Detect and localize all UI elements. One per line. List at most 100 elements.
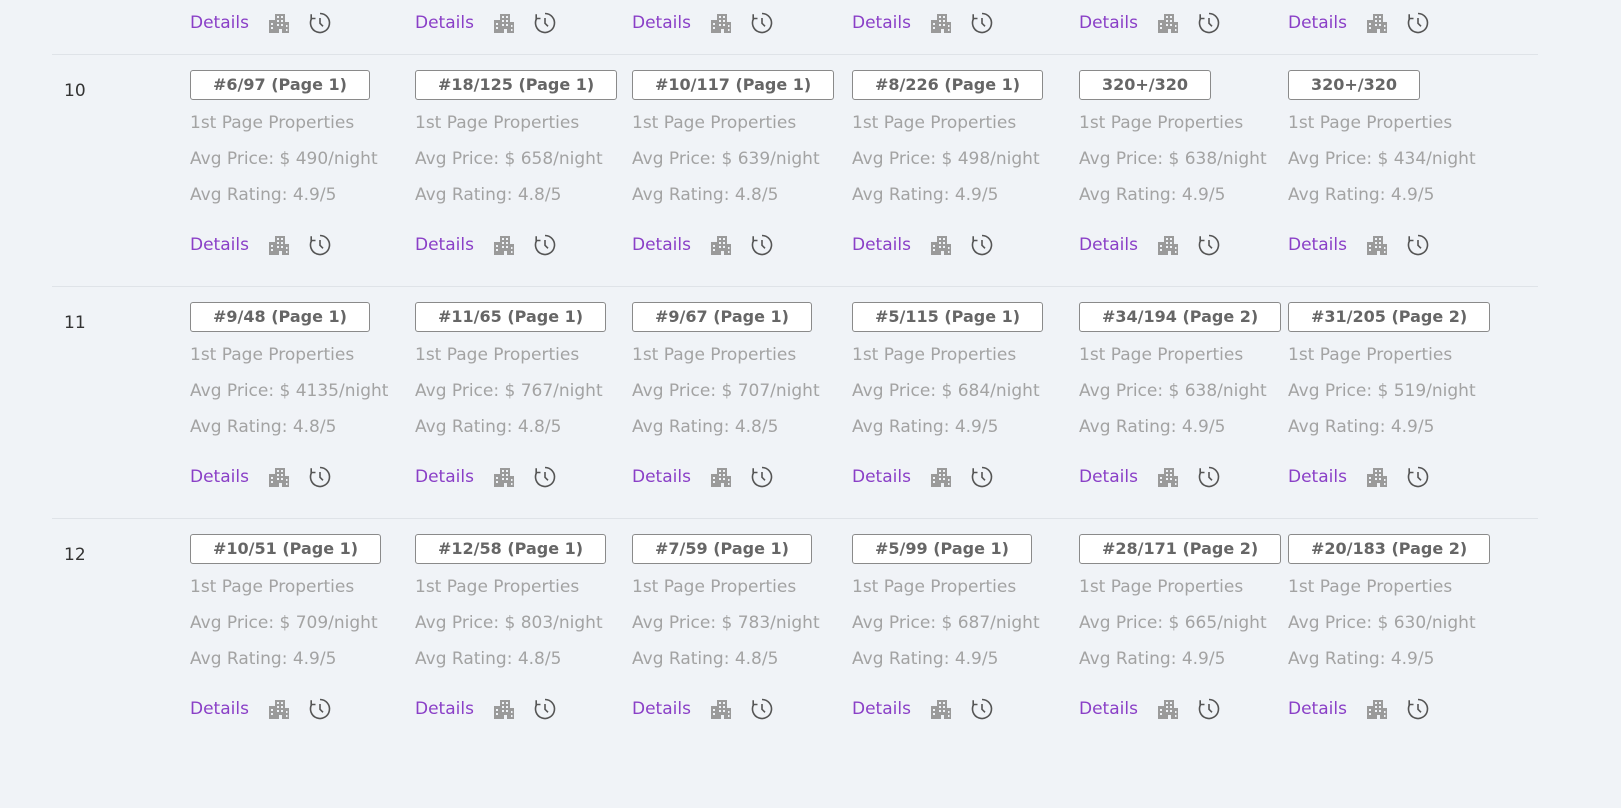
first-page-properties-label: 1st Page Properties — [190, 345, 355, 365]
avg-rating: Avg Rating: 4.8/5 — [632, 417, 779, 437]
history-icon[interactable] — [1406, 233, 1430, 257]
history-icon[interactable] — [750, 697, 774, 721]
history-icon[interactable] — [1197, 233, 1221, 257]
details-link[interactable]: Details — [415, 13, 474, 33]
building-icon[interactable] — [267, 465, 291, 489]
building-icon[interactable] — [1365, 697, 1389, 721]
history-icon[interactable] — [1197, 465, 1221, 489]
details-link[interactable]: Details — [852, 467, 911, 487]
details-link[interactable]: Details — [190, 235, 249, 255]
history-icon[interactable] — [1406, 465, 1430, 489]
history-icon[interactable] — [533, 11, 557, 35]
rank-badge: #20/183 (Page 2) — [1288, 534, 1491, 564]
details-link[interactable]: Details — [632, 13, 691, 33]
building-icon[interactable] — [929, 697, 953, 721]
building-icon[interactable] — [1156, 233, 1180, 257]
first-page-properties-label: 1st Page Properties — [852, 113, 1017, 133]
table-cell: #5/99 (Page 1) 1st Page Properties Avg Pri… — [852, 534, 1040, 720]
building-icon[interactable] — [1365, 233, 1389, 257]
building-icon[interactable] — [492, 465, 516, 489]
history-icon[interactable] — [308, 465, 332, 489]
first-page-properties-label: 1st Page Properties — [415, 113, 580, 133]
avg-price: Avg Price: $ 687/night — [852, 613, 1040, 633]
history-icon[interactable] — [1197, 11, 1221, 35]
history-icon[interactable] — [308, 233, 332, 257]
details-link[interactable]: Details — [415, 235, 474, 255]
history-icon[interactable] — [533, 697, 557, 721]
details-link[interactable]: Details — [190, 467, 249, 487]
history-icon[interactable] — [308, 697, 332, 721]
building-icon[interactable] — [267, 11, 291, 35]
avg-rating: Avg Rating: 4.9/5 — [1288, 185, 1435, 205]
building-icon[interactable] — [492, 11, 516, 35]
history-icon[interactable] — [750, 11, 774, 35]
table-cell: #11/65 (Page 1) 1st Page Properties Avg Pr… — [415, 302, 607, 488]
details-link[interactable]: Details — [852, 235, 911, 255]
building-icon[interactable] — [929, 465, 953, 489]
details-link[interactable]: Details — [1079, 699, 1138, 719]
history-icon[interactable] — [533, 233, 557, 257]
cell-actions: Details — [852, 697, 994, 721]
building-icon[interactable] — [929, 233, 953, 257]
history-icon[interactable] — [750, 233, 774, 257]
history-icon[interactable] — [308, 11, 332, 35]
building-icon[interactable] — [492, 697, 516, 721]
row-label: 12 — [64, 545, 86, 565]
building-icon[interactable] — [709, 465, 733, 489]
avg-price: Avg Price: $ 709/night — [190, 613, 378, 633]
history-icon[interactable] — [1406, 11, 1430, 35]
details-link[interactable]: Details — [852, 699, 911, 719]
building-icon[interactable] — [929, 11, 953, 35]
building-icon[interactable] — [1156, 465, 1180, 489]
building-icon[interactable] — [1156, 697, 1180, 721]
cell-actions: Details — [852, 11, 994, 35]
avg-price: Avg Price: $ 767/night — [415, 381, 603, 401]
history-icon[interactable] — [1406, 697, 1430, 721]
cell-actions: Details — [1288, 11, 1430, 35]
details-link[interactable]: Details — [852, 13, 911, 33]
building-icon[interactable] — [1365, 11, 1389, 35]
building-icon[interactable] — [267, 233, 291, 257]
avg-rating: Avg Rating: 4.8/5 — [415, 185, 562, 205]
details-link[interactable]: Details — [632, 699, 691, 719]
table-cell: #9/67 (Page 1) 1st Page Properties Avg Pri… — [632, 302, 820, 488]
details-link[interactable]: Details — [1079, 235, 1138, 255]
details-link[interactable]: Details — [1288, 467, 1347, 487]
avg-price: Avg Price: $ 658/night — [415, 149, 603, 169]
building-icon[interactable] — [492, 233, 516, 257]
history-icon[interactable] — [1197, 697, 1221, 721]
cell-actions: Details — [190, 11, 332, 35]
details-link[interactable]: Details — [1079, 467, 1138, 487]
building-icon[interactable] — [1156, 11, 1180, 35]
history-icon[interactable] — [970, 11, 994, 35]
details-link[interactable]: Details — [632, 235, 691, 255]
building-icon[interactable] — [709, 233, 733, 257]
building-icon[interactable] — [709, 11, 733, 35]
details-link[interactable]: Details — [632, 467, 691, 487]
table-row: 11 #9/48 (Page 1) 1st Page Properties Avg P… — [52, 286, 1538, 519]
first-page-properties-label: 1st Page Properties — [632, 577, 797, 597]
table-cell: 320+/320 1st Page Properties Avg Price: $ … — [1288, 70, 1476, 256]
table-cell: #5/115 (Page 1) 1st Page Properties Avg Pr… — [852, 302, 1044, 488]
details-link[interactable]: Details — [1288, 699, 1347, 719]
details-link[interactable]: Details — [1288, 13, 1347, 33]
building-icon[interactable] — [1365, 465, 1389, 489]
rank-badge: #5/115 (Page 1) — [852, 302, 1044, 332]
history-icon[interactable] — [750, 465, 774, 489]
details-link[interactable]: Details — [1288, 235, 1347, 255]
building-icon[interactable] — [709, 697, 733, 721]
history-icon[interactable] — [970, 465, 994, 489]
row-label: 10 — [64, 81, 86, 101]
avg-price: Avg Price: $ 638/night — [1079, 149, 1267, 169]
history-icon[interactable] — [970, 233, 994, 257]
details-link[interactable]: Details — [1079, 13, 1138, 33]
details-link[interactable]: Details — [190, 699, 249, 719]
details-link[interactable]: Details — [190, 13, 249, 33]
history-icon[interactable] — [970, 697, 994, 721]
cell-actions: Details — [632, 11, 774, 35]
history-icon[interactable] — [533, 465, 557, 489]
details-link[interactable]: Details — [415, 699, 474, 719]
table-cell: #10/51 (Page 1) 1st Page Properties Avg Pr… — [190, 534, 382, 720]
details-link[interactable]: Details — [415, 467, 474, 487]
building-icon[interactable] — [267, 697, 291, 721]
